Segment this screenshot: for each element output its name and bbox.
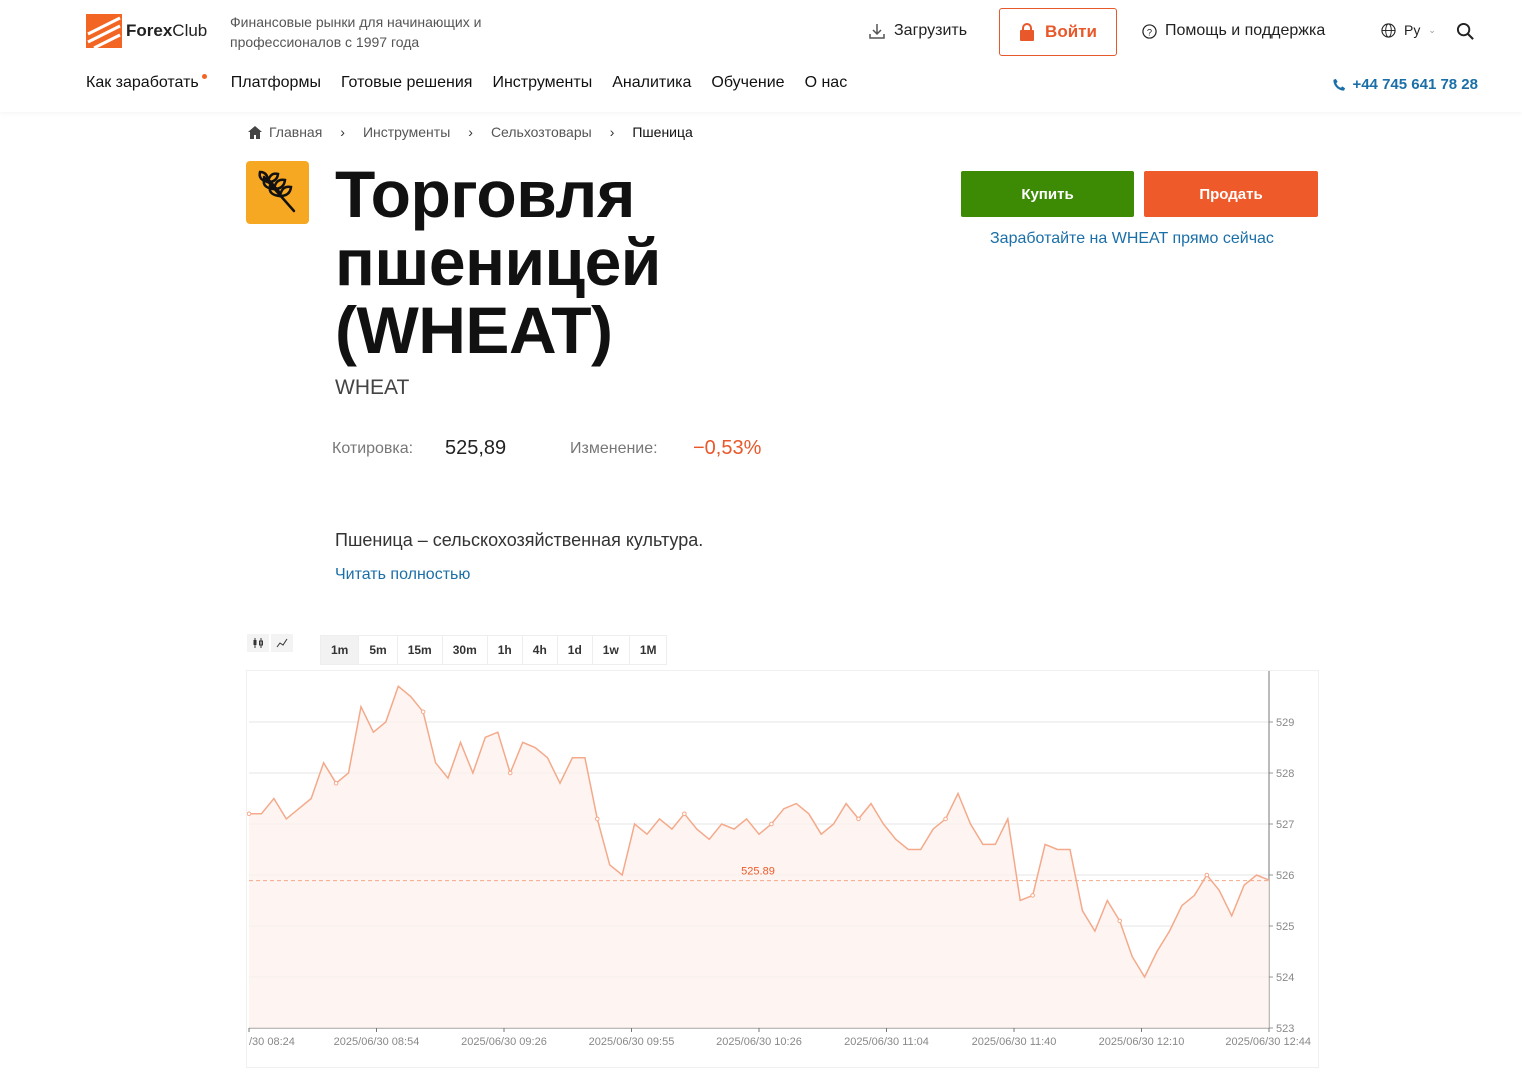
price-point [594, 816, 600, 822]
candlestick-mode-icon[interactable] [247, 634, 269, 652]
price-point [1117, 918, 1123, 924]
price-chart-svg[interactable]: 523 524 525 526 527 528 529/30 08:24 2025/06/30… [247, 671, 1320, 1069]
earn-link[interactable]: Заработайте на WHEAT прямо сейчас [990, 230, 1274, 248]
x-tick-label: 2025/06/30 12:10 [1099, 1036, 1185, 1048]
price-area-fill [249, 686, 1269, 1028]
price-point [507, 770, 513, 776]
x-tick-label: 2025/06/30 12:44 [1225, 1036, 1311, 1048]
buy-button[interactable]: Купить [961, 171, 1134, 217]
tab-1d[interactable]: 1d [558, 636, 593, 664]
tab-5m[interactable]: 5m [359, 636, 398, 664]
logo[interactable]: ForexClub [86, 14, 207, 48]
x-tick-label: 2025/06/30 09:55 [589, 1036, 675, 1048]
globe-icon [1381, 22, 1396, 38]
logo-text: ForexClub [126, 21, 208, 40]
price-point [1030, 893, 1035, 898]
current-price-label: 525.89 [741, 866, 775, 878]
y-tick-label: 527 [1276, 819, 1294, 831]
nav-platforms[interactable]: Платформы [231, 74, 321, 92]
y-tick-label: 525 [1276, 921, 1294, 933]
quote-label: Котировка: [332, 440, 414, 457]
svg-text:?: ? [1147, 27, 1152, 37]
nav-solutions[interactable]: Готовые решения [341, 74, 473, 92]
sell-button[interactable]: Продать [1144, 171, 1318, 217]
breadcrumb-home[interactable]: Главная [269, 124, 322, 140]
x-tick-label: /30 08:24 [249, 1036, 295, 1048]
download-icon [869, 24, 885, 39]
chevron-right-icon: › [468, 124, 473, 140]
chevron-right-icon: › [340, 124, 345, 140]
tab-4h[interactable]: 4h [523, 636, 558, 664]
search-button[interactable] [1456, 22, 1475, 41]
breadcrumb-current: Пшеница [632, 124, 693, 140]
asset-description: Пшеница – сельскохозяйственная культура. [335, 530, 704, 550]
asset-ticker: WHEAT [335, 376, 410, 399]
search-icon [1456, 22, 1474, 40]
page-title: Торговля пшеницей (WHEAT) [335, 157, 661, 367]
quote-value: 525,89 [445, 437, 507, 459]
y-tick-label: 524 [1276, 972, 1294, 984]
breadcrumb: Главная › Инструменты › Сельхозтовары › … [247, 124, 693, 140]
lock-icon [1020, 23, 1035, 41]
price-point [943, 816, 948, 822]
nav-how-to-earn[interactable]: Как заработать [86, 74, 207, 92]
price-point [856, 816, 861, 822]
y-tick-label: 523 [1276, 1023, 1294, 1035]
y-tick-label: 528 [1276, 768, 1294, 780]
phone-number: +44 745 641 78 28 [1352, 76, 1478, 93]
price-point [333, 780, 339, 786]
login-button[interactable]: Войти [999, 8, 1117, 56]
nav-instruments[interactable]: Инструменты [492, 74, 592, 92]
phone-icon [1333, 78, 1346, 91]
y-tick-label: 526 [1276, 870, 1294, 882]
chart-mode-switch [247, 634, 293, 652]
timeframe-tabs: 1m 5m 15m 30m 1h 4h 1d 1w 1M [320, 635, 668, 665]
price-point [769, 821, 774, 827]
help-label: Помощь и поддержка [1165, 22, 1326, 39]
help-link[interactable]: ? Помощь и поддержка [1142, 22, 1325, 40]
main-nav: Как заработать Платформы Готовые решения… [86, 74, 847, 92]
price-point [420, 709, 426, 715]
notification-dot [201, 74, 207, 79]
x-tick-label: 2025/06/30 11:40 [972, 1036, 1057, 1048]
tab-1h[interactable]: 1h [488, 636, 523, 664]
change-value: −0,53% [693, 437, 762, 459]
help-icon: ? [1142, 23, 1157, 39]
wheat-icon [246, 161, 309, 224]
site-header: ForexClub Финансовые рынки для начинающи… [0, 0, 1522, 112]
x-tick-label: 2025/06/30 10:26 [716, 1036, 802, 1048]
x-tick-label: 2025/06/30 11:04 [844, 1036, 929, 1048]
nav-about[interactable]: О нас [805, 74, 848, 92]
chevron-right-icon: › [609, 124, 615, 140]
y-tick-label: 529 [1276, 717, 1294, 729]
tab-30m[interactable]: 30m [443, 636, 488, 664]
phone-link[interactable]: +44 745 641 78 28 [1333, 76, 1478, 93]
nav-education[interactable]: Обучение [711, 74, 784, 92]
breadcrumb-agriculture[interactable]: Сельхозтовары [491, 124, 592, 140]
login-label: Войти [1045, 22, 1097, 41]
breadcrumb-instruments[interactable]: Инструменты [363, 124, 450, 140]
download-label: Загрузить [894, 22, 968, 39]
tab-1M[interactable]: 1M [630, 636, 667, 664]
tab-1w[interactable]: 1w [593, 636, 630, 664]
forexclub-logo-icon [86, 14, 122, 48]
line-mode-icon[interactable] [271, 634, 293, 652]
price-point [1204, 872, 1210, 878]
x-tick-label: 2025/06/30 09:26 [461, 1036, 547, 1048]
change-label: Изменение: [570, 440, 658, 457]
chevron-down-icon: ⌄ [1428, 24, 1436, 35]
nav-analytics[interactable]: Аналитика [612, 74, 691, 92]
price-point [682, 811, 687, 817]
tab-15m[interactable]: 15m [398, 636, 443, 664]
price-point [247, 811, 252, 817]
download-link[interactable]: Загрузить [868, 22, 967, 40]
read-more-link[interactable]: Читать полностью [335, 566, 470, 584]
language-selector[interactable]: Ру ⌄ [1381, 22, 1436, 38]
language-label: Ру [1404, 22, 1421, 38]
price-chart[interactable]: 523 524 525 526 527 528 529/30 08:24 2025/06/30… [246, 670, 1319, 1068]
home-icon[interactable] [247, 125, 263, 140]
tab-1m[interactable]: 1m [321, 636, 360, 664]
tagline: Финансовые рынки для начинающих и профес… [230, 14, 482, 50]
x-tick-label: 2025/06/30 08:54 [334, 1036, 420, 1048]
